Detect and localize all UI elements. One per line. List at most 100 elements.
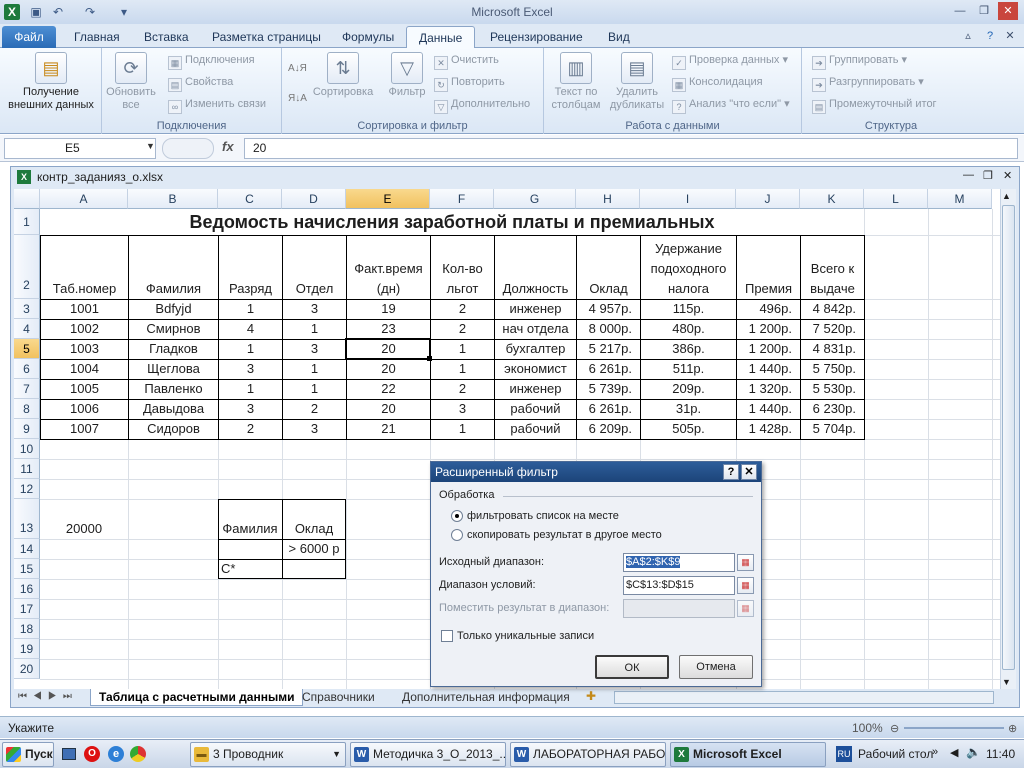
col-header-f[interactable]: F [430,189,494,209]
tab-file[interactable]: Файл [2,26,56,48]
subtotal-button[interactable]: ▤ Промежуточный итог [812,95,937,114]
get-external-data-button[interactable]: ▤ Получение внешних данных [2,52,100,112]
table-cell[interactable]: 1 200р. [736,319,801,340]
fill-handle[interactable] [427,356,432,361]
table-cell[interactable]: 1 440р. [736,399,801,420]
zoom-slider[interactable] [904,727,1004,729]
table-cell[interactable]: 2 [430,319,495,340]
copy-to-location-label[interactable]: скопировать результат в другое место [467,529,662,541]
table-cell[interactable]: 2 [430,379,495,400]
unique-records-label[interactable]: Только уникальные записи [457,630,594,642]
advanced-button[interactable]: ▽ Дополнительно [434,95,530,114]
insert-sheet-icon[interactable]: ✚ [586,689,596,703]
tray-arrow-icon[interactable]: ◀ [950,746,958,759]
consolidate-button[interactable]: ▦ Консолидация [672,73,763,92]
col-header-h[interactable]: H [576,189,640,209]
language-indicator[interactable]: RU [836,746,852,762]
table-cell[interactable]: Гладков [128,339,219,360]
col-header-l[interactable]: L [864,189,928,209]
group-button[interactable]: ➔ Группировать ▾ [812,51,907,70]
col-header-g[interactable]: G [494,189,576,209]
table-cell[interactable]: 1 [430,359,495,380]
opera-icon[interactable]: O [84,746,100,762]
dialog-close-button[interactable]: ✕ [741,464,757,480]
select-all-corner[interactable] [14,189,40,209]
criteria-header-surname[interactable]: Фамилия [218,519,282,539]
table-cell[interactable]: 3 [218,359,283,380]
table-cell[interactable]: 5 704р. [800,419,865,440]
insert-function-icon[interactable]: fx [222,139,234,154]
minimize-button[interactable]: — [950,2,970,20]
col-header-k[interactable]: K [800,189,864,209]
table-cell[interactable]: 1 [430,339,495,360]
table-cell[interactable]: 7 520р. [800,319,865,340]
scroll-down-icon[interactable]: ▼ [1002,677,1011,687]
table-cell[interactable]: 209р. [640,379,737,400]
text-to-columns-button[interactable]: ▥ Текст по столбцам [548,52,604,112]
reapply-button[interactable]: ↻ Повторить [434,73,505,92]
table-cell[interactable]: 505р. [640,419,737,440]
table-cell[interactable]: 31р. [640,399,737,420]
zoom-in-icon[interactable]: ⊕ [1008,722,1017,735]
table-header-cell[interactable]: Факт.время (дн) [346,235,431,300]
table-cell[interactable]: 4 842р. [800,299,865,320]
row-header-2[interactable]: 2 [14,235,40,299]
table-cell[interactable]: 2 [282,399,347,420]
name-box[interactable]: E5 [4,138,156,159]
tab-view[interactable]: Вид [596,26,642,48]
horizontal-scrollbar[interactable] [614,691,994,704]
row-header-11[interactable]: 11 [14,459,40,479]
table-cell[interactable]: 5 739р. [576,379,641,400]
row-header-12[interactable]: 12 [14,479,40,499]
table-cell[interactable]: Смирнов [128,319,219,340]
col-header-m[interactable]: M [928,189,992,209]
row-header-5[interactable]: 5 [14,339,40,359]
what-if-button[interactable]: ? Анализ "что если" ▾ [672,95,790,114]
cell-a13[interactable]: 20000 [40,519,128,539]
zoom-level[interactable]: 100% [852,721,883,735]
toolbar-expand-icon[interactable]: » [932,746,938,758]
table-cell[interactable]: 5 530р. [800,379,865,400]
workbook-restore-icon[interactable]: ❐ [983,169,993,182]
table-cell[interactable]: 1 320р. [736,379,801,400]
table-cell[interactable]: 4 [218,319,283,340]
table-cell[interactable]: 21 [346,419,431,440]
taskbar-word-1[interactable]: W Методичка 3_О_2013_... [350,742,506,767]
taskbar-excel[interactable]: X Microsoft Excel [670,742,826,767]
table-cell[interactable]: 3 [282,419,347,440]
table-cell[interactable]: 480р. [640,319,737,340]
table-cell[interactable]: 1 [282,319,347,340]
table-cell[interactable]: бухгалтер [494,339,577,360]
minimize-ribbon-icon[interactable]: ▵ [958,27,978,45]
table-cell[interactable]: 2 [218,419,283,440]
taskbar-word-2[interactable]: W ЛАБОРАТОРНАЯ РАБО... [510,742,666,767]
help-icon[interactable]: ? [980,27,1000,45]
unique-records-checkbox[interactable] [441,630,453,642]
row-header-8[interactable]: 8 [14,399,40,419]
cancel-button[interactable]: Отмена [679,655,753,679]
table-cell[interactable]: 4 831р. [800,339,865,360]
col-header-i[interactable]: I [640,189,736,209]
tab-home[interactable]: Главная [62,26,132,48]
table-cell[interactable]: 4 957р. [576,299,641,320]
table-cell[interactable]: 1 [218,339,283,360]
tab-data[interactable]: Данные [406,26,476,49]
table-header-cell[interactable]: Удержание подоходного налога [640,235,737,300]
formula-bar-resize-handle[interactable] [162,138,214,159]
filter-button[interactable]: ▽ Фильтр [382,52,432,99]
close-button[interactable]: ✕ [998,2,1018,20]
criteria-header-salary[interactable]: Оклад [282,519,346,539]
table-cell[interactable]: 23 [346,319,431,340]
table-cell[interactable]: рабочий [494,419,577,440]
table-cell[interactable]: 1 [282,379,347,400]
table-cell[interactable]: 3 [218,399,283,420]
table-header-cell[interactable]: Всего к выдаче [800,235,865,300]
col-header-a[interactable]: A [40,189,128,209]
sheet-title[interactable]: Ведомость начисления заработной платы и … [40,209,864,235]
table-cell[interactable]: 1 [218,299,283,320]
table-cell[interactable]: 5 750р. [800,359,865,380]
criteria-surname-value[interactable]: С* [221,559,281,579]
ok-button[interactable]: ОК [595,655,669,679]
dialog-help-button[interactable]: ? [723,464,739,480]
scroll-up-icon[interactable]: ▲ [1002,191,1011,201]
